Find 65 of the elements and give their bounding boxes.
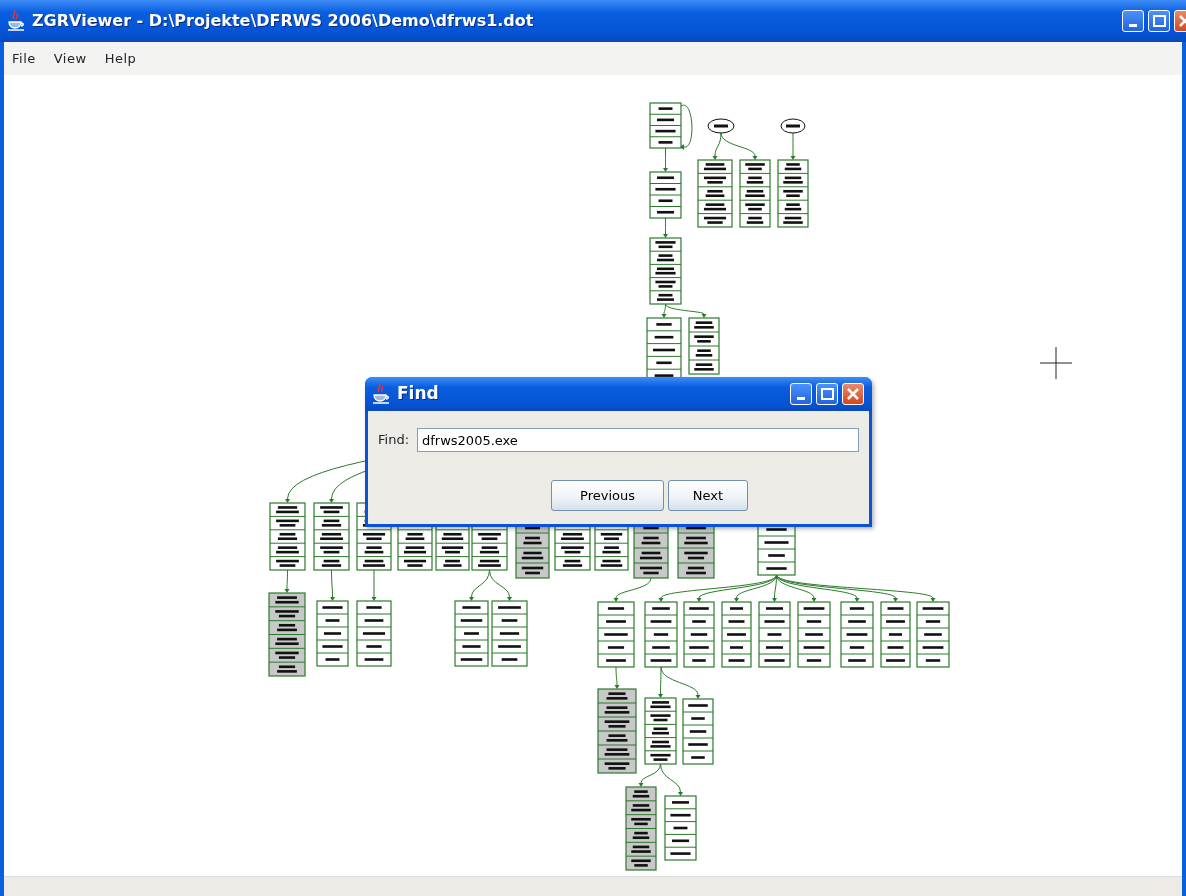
- graph-node[interactable]: [780, 118, 806, 134]
- maximize-icon: [820, 388, 834, 400]
- graph-edge: [371, 569, 377, 601]
- graph-edge: [613, 577, 652, 602]
- graph-edge: [469, 569, 490, 601]
- previous-button[interactable]: Previous: [551, 480, 664, 511]
- graph-node[interactable]: [664, 795, 697, 861]
- graph-node[interactable]: [758, 601, 791, 668]
- minimize-button[interactable]: [1122, 10, 1144, 32]
- graph-node[interactable]: [683, 601, 715, 668]
- graph-node[interactable]: [880, 601, 911, 668]
- next-button[interactable]: Next: [668, 480, 748, 511]
- cup-icon: [371, 383, 391, 405]
- graph-edge: [330, 569, 335, 601]
- find-field[interactable]: dfrws2005.exe: [417, 428, 859, 452]
- graph-edge: [489, 569, 512, 601]
- graph-node[interactable]: [268, 592, 306, 677]
- graph-node[interactable]: [491, 600, 528, 667]
- minimize-icon: [1129, 24, 1137, 27]
- graph-edge: [660, 763, 683, 796]
- graph-node[interactable]: [269, 502, 306, 571]
- graph-node[interactable]: [644, 601, 678, 668]
- menu-item[interactable]: File: [10, 48, 38, 69]
- menu-item[interactable]: View: [51, 48, 89, 69]
- graph-edge: [663, 147, 668, 172]
- window-title: ZGRViewer - D:\Projekte\DFRWS 2006\Demo\dfrws1.dot: [32, 10, 535, 32]
- maximize-button[interactable]: [1148, 10, 1170, 32]
- graph-node[interactable]: [707, 118, 735, 134]
- graph-node[interactable]: [649, 237, 682, 305]
- menu-item[interactable]: Help: [102, 48, 139, 69]
- graph-node[interactable]: [316, 600, 349, 667]
- graph-node[interactable]: [625, 786, 657, 871]
- graph-node[interactable]: [649, 102, 682, 149]
- graph-node[interactable]: [454, 600, 489, 667]
- maximize-button[interactable]: [816, 383, 838, 405]
- minimize-button[interactable]: [790, 383, 812, 405]
- graph-edge: [663, 217, 668, 238]
- graph-edge: [790, 132, 796, 160]
- graph-node[interactable]: [777, 159, 809, 228]
- graph-node[interactable]: [597, 601, 635, 668]
- graph-node[interactable]: [682, 698, 714, 765]
- maximize-icon: [1152, 15, 1166, 27]
- dialog-title: Find: [397, 382, 440, 406]
- graph-node[interactable]: [721, 601, 752, 668]
- graph-node[interactable]: [356, 600, 392, 667]
- minimize-icon: [797, 397, 805, 400]
- close-icon: [847, 388, 859, 400]
- graph-edge: [680, 104, 693, 150]
- graph-node[interactable]: [916, 601, 950, 668]
- graph-node[interactable]: [688, 317, 720, 375]
- find-label: Find:: [378, 431, 409, 450]
- cup-icon: [6, 10, 26, 32]
- graph-node[interactable]: [644, 697, 677, 765]
- graph-node[interactable]: [797, 601, 831, 668]
- graph-edge: [638, 763, 661, 787]
- graph-node[interactable]: [840, 601, 874, 668]
- graph-node[interactable]: [649, 171, 682, 219]
- graph-edge: [614, 666, 620, 689]
- graph-edge: [284, 569, 290, 593]
- graph-node[interactable]: [313, 502, 350, 571]
- graph-node[interactable]: [697, 159, 733, 228]
- crosshair-icon: [1040, 347, 1072, 379]
- graph-node[interactable]: [597, 688, 637, 774]
- close-button[interactable]: [842, 383, 864, 405]
- graph-node[interactable]: [739, 159, 771, 228]
